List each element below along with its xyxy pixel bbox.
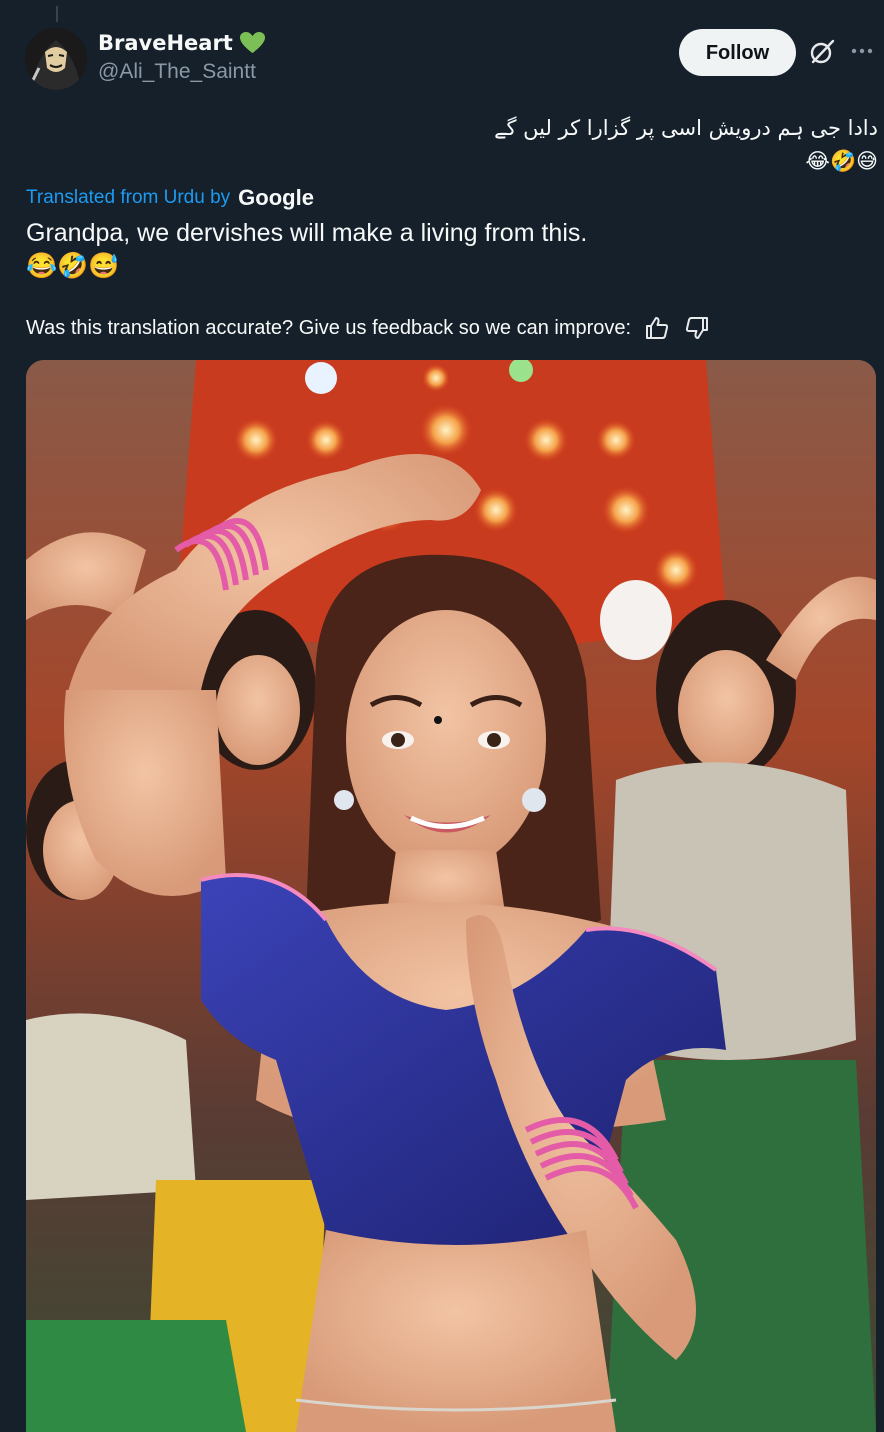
display-name[interactable]: BraveHeart — [98, 30, 233, 56]
post-photo[interactable] — [26, 360, 876, 1432]
thread-connector-line — [56, 6, 58, 22]
translated-from-link[interactable]: Translated from Urdu by — [26, 187, 230, 209]
green-heart-icon — [239, 31, 266, 55]
user-handle[interactable]: @Ali_The_Saintt — [98, 58, 266, 86]
feedback-prompt: Was this translation accurate? Give us f… — [26, 316, 632, 339]
author-block: BraveHeart @Ali_The_Saintt — [98, 30, 266, 86]
follow-button[interactable]: Follow — [679, 29, 796, 76]
translation-feedback: Was this translation accurate? Give us f… — [26, 314, 711, 342]
thumbs-down-icon[interactable] — [683, 314, 711, 342]
mask-avatar-icon — [25, 28, 87, 90]
google-logo: Google — [238, 185, 314, 210]
display-name-row: BraveHeart — [98, 30, 266, 56]
grok-icon[interactable] — [808, 38, 836, 66]
avatar[interactable] — [25, 28, 87, 90]
dance-scene-image — [26, 360, 876, 1432]
more-options-icon[interactable] — [850, 43, 874, 59]
translated-text: Grandpa, we dervishes will make a living… — [26, 219, 588, 280]
post-original-text: دادا جی ہم درویش اسی پر گزارا کر لیں گے … — [494, 116, 878, 173]
thumbs-up-icon[interactable] — [643, 314, 671, 342]
translation-attribution: Translated from Urdu by Google — [26, 185, 314, 211]
